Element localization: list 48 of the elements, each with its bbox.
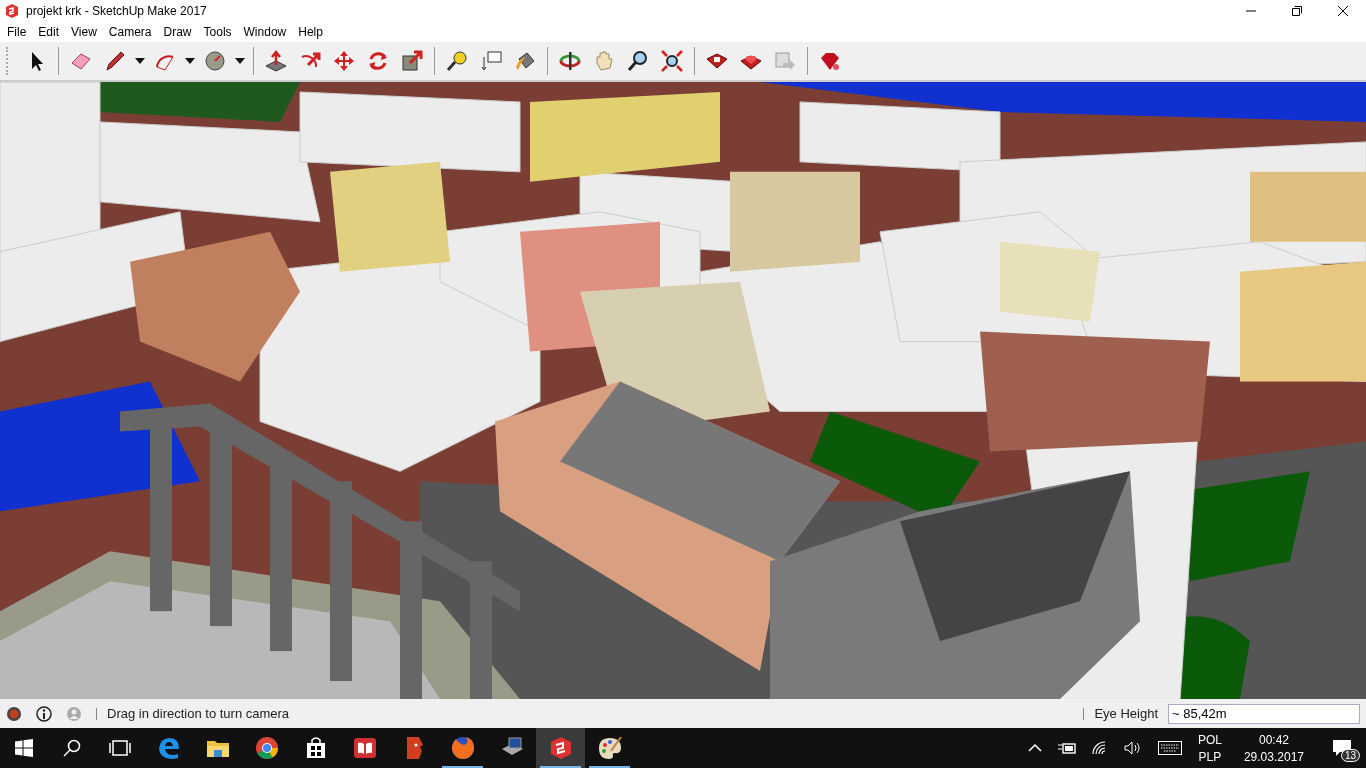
menu-item[interactable]: Camera — [102, 25, 158, 39]
status-message: Drag in direction to turn camera — [107, 706, 290, 721]
circle-icon — [203, 49, 227, 73]
scale-icon — [400, 49, 424, 73]
measurement-label: Eye Height — [1094, 706, 1158, 721]
restore-icon — [1292, 6, 1302, 16]
menu-item[interactable]: Window — [237, 25, 293, 39]
wifi-icon — [1091, 741, 1108, 755]
task-view-icon — [109, 740, 131, 756]
menu-item[interactable]: Draw — [157, 25, 198, 39]
document-arrow-icon — [773, 49, 797, 73]
speaker-icon — [1123, 741, 1142, 755]
menu-item[interactable]: File — [1, 25, 33, 39]
chevron-up-icon — [1027, 744, 1042, 752]
info-icon[interactable] — [36, 705, 52, 722]
search-icon — [626, 49, 650, 73]
orbit-icon — [558, 49, 582, 73]
fox-globe-icon — [449, 735, 476, 761]
menu-item[interactable]: Tools — [197, 25, 238, 39]
city-model-drawing[interactable] — [0, 82, 1366, 699]
keyboard-icon — [1157, 741, 1182, 755]
menu-item[interactable]: Help — [292, 25, 329, 39]
move-arrows-icon — [332, 49, 356, 73]
caret-icon — [135, 58, 145, 64]
push-pull-icon — [264, 49, 288, 73]
taskbar-app-button[interactable] — [536, 728, 585, 768]
browser-circle-icon — [253, 735, 280, 761]
caret-icon — [185, 58, 195, 64]
caret-icon — [235, 58, 245, 64]
book-icon — [351, 735, 378, 761]
window-title: projekt krk - SketchUp Make 2017 — [26, 4, 207, 18]
notification-count: 13 — [1340, 749, 1360, 762]
text-label-icon — [479, 49, 503, 73]
pencil-icon — [103, 49, 127, 73]
menu-item[interactable]: View — [65, 25, 103, 39]
close-icon — [1338, 6, 1348, 16]
palette-icon — [596, 735, 623, 761]
battery-plug-icon — [1057, 742, 1076, 754]
measurement-field[interactable]: ~ 85,42m — [1168, 703, 1360, 724]
tape-measure-icon — [445, 49, 469, 73]
app-logo-icon — [4, 3, 20, 19]
search-icon — [63, 739, 81, 757]
zoom-extents-icon — [660, 49, 684, 73]
clock-button[interactable]: 00:42 29.03.2017 — [1229, 728, 1318, 768]
input-language-button[interactable]: POL PLP — [1189, 728, 1230, 768]
action-center-button[interactable]: 13 — [1318, 728, 1366, 768]
menu-item[interactable]: Edit — [32, 25, 66, 39]
windows-logo-icon — [15, 739, 33, 757]
